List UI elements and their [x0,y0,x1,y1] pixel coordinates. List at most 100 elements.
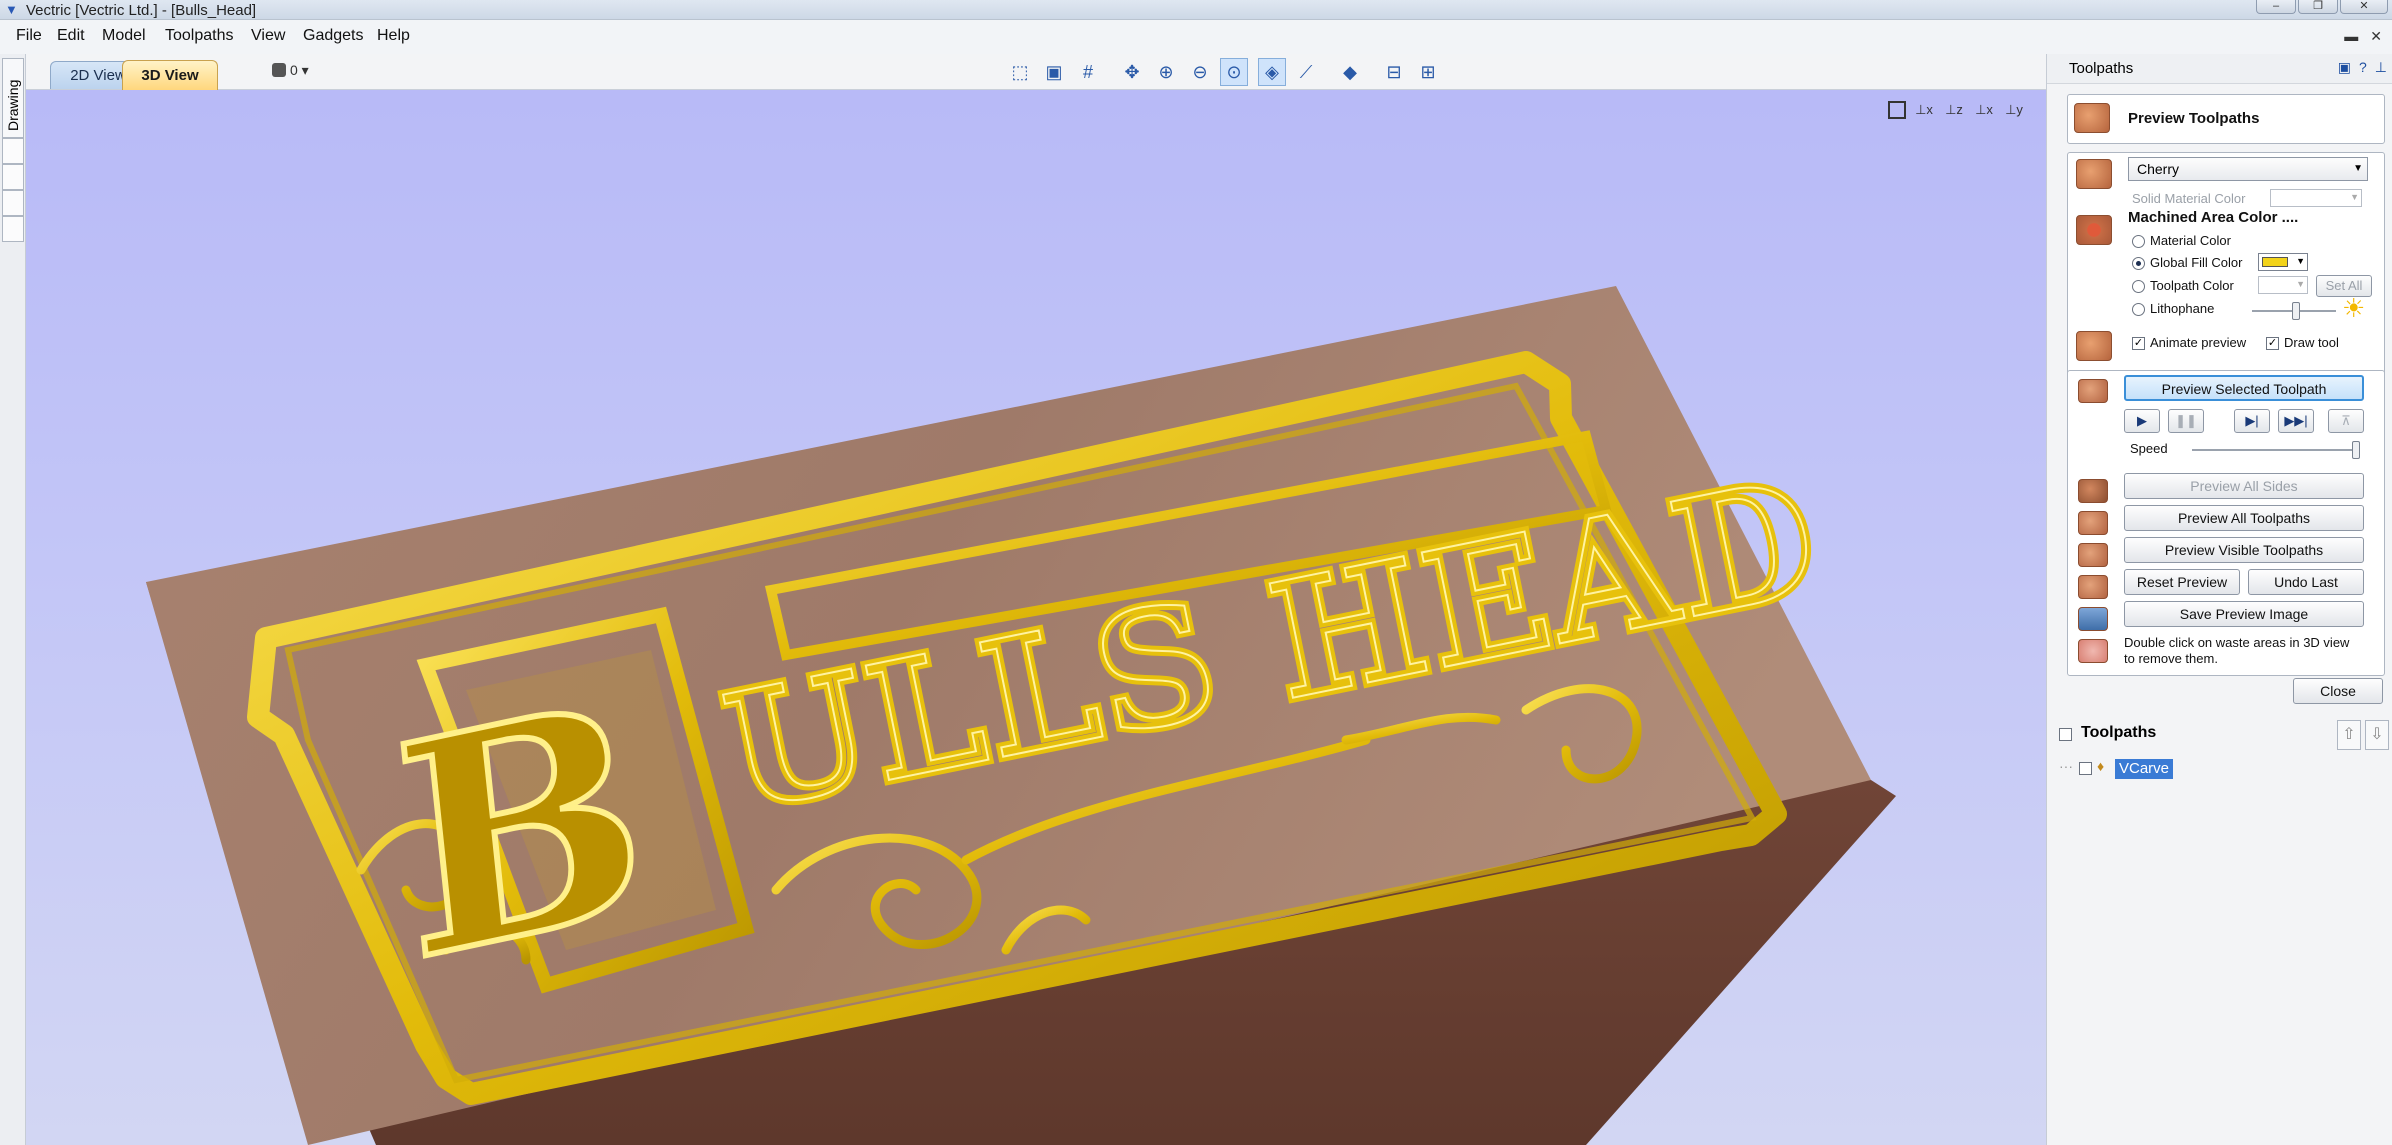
fit-view-icon[interactable] [1888,101,1906,119]
save-preview-image-button[interactable]: Save Preview Image [2124,601,2364,627]
grid-icon[interactable]: # [1074,58,1102,86]
radio-material-color[interactable] [2132,235,2145,248]
view-x-icon[interactable]: ⊥x [1972,98,1996,122]
preview-controls-section: Preview Selected Toolpath ▶ ❚❚ ▶| ▶▶| ⊼ … [2067,370,2385,676]
preview-visible-toolpaths-button[interactable]: Preview Visible Toolpaths [2124,537,2364,563]
view-y-icon[interactable]: ⊥y [2002,98,2026,122]
view-z-icon[interactable]: ⊥z [1942,98,1966,122]
toolpath-layers-icon[interactable]: ⟋ [1292,58,1320,86]
menu-toolpaths[interactable]: Toolpaths [165,27,234,45]
move-down-icon[interactable]: ⇩ [2365,720,2389,750]
menu-edit[interactable]: Edit [57,27,85,45]
preview-toolpaths-icon [2074,103,2110,133]
zoom-selected-icon[interactable]: ⊙ [1220,58,1248,86]
drawing-tab[interactable]: Drawing [2,58,24,138]
radio-global-fill-color[interactable] [2132,257,2145,270]
3d-viewport[interactable]: B ULLS HEAD ULLS HEAD ⊥x ⊥z ⊥x ⊥y [26,90,2046,1145]
draw-tool-checkbox[interactable]: ✓ [2266,337,2279,350]
window-title: Vectric [Vectric Ltd.] - [Bulls_Head] [26,2,257,19]
toolpath-color-picker[interactable]: ▼ [2258,276,2308,294]
draw-tool-label: Draw tool [2284,335,2339,350]
global-fill-color-fill [2262,257,2288,267]
split-vertical-icon[interactable]: ⊞ [1414,58,1442,86]
animate-preview-label: Animate preview [2150,335,2247,350]
animate-preview-checkbox[interactable]: ✓ [2132,337,2145,350]
zoom-box-icon[interactable]: ⬚ [1006,58,1034,86]
preview-title: Preview Toolpaths [2128,110,2260,127]
toolpaths-master-checkbox[interactable] [2059,728,2072,741]
step-forward-icon[interactable]: ▶| [2234,409,2270,433]
strip-slot-4[interactable] [2,216,24,242]
material-dropdown[interactable]: Cherry ▼ [2128,157,2368,181]
panel-header: Toolpaths ▣ ? ⊥ [2047,54,2392,84]
split-horizontal-icon[interactable]: ⊟ [1380,58,1408,86]
panel-autohide-icon[interactable]: ⊥ [2375,59,2387,76]
preview-all-toolpaths-button[interactable]: Preview All Toolpaths [2124,505,2364,531]
menu-gadgets[interactable]: Gadgets [303,27,363,45]
light-icon[interactable]: ☀ [2342,293,2365,324]
menu-model[interactable]: Model [102,27,146,45]
radio-lithophane-label: Lithophane [2150,301,2215,316]
toolpath-item-checkbox[interactable] [2079,762,2092,775]
zoom-in-icon[interactable]: ⊕ [1152,58,1180,86]
pause-icon[interactable]: ❚❚ [2168,409,2204,433]
reset-preview-button[interactable]: Reset Preview [2124,569,2240,595]
toolpath-item-vcarve[interactable]: VCarve [2115,759,2174,779]
restore-window-icon[interactable]: ❐ [2298,0,2338,14]
radio-toolpath-color[interactable] [2132,280,2145,293]
zoom-extents-icon[interactable]: ▣ [1040,58,1068,86]
global-fill-color-picker[interactable]: ▼ [2258,253,2308,271]
undo-last-button[interactable]: Undo Last [2248,569,2364,595]
strip-slot-2[interactable] [2,164,24,190]
playback-controls: ▶ ❚❚ ▶| ▶▶| ⊼ [2124,409,2364,433]
speed-slider[interactable] [2192,441,2360,459]
view-iso-icon[interactable]: ⊥x [1912,98,1936,122]
panel-help-icon[interactable]: ? [2359,59,2367,76]
menu-help[interactable]: Help [377,27,410,45]
radio-toolpath-color-label: Toolpath Color [2150,278,2234,293]
pan-icon[interactable]: ✥ [1118,58,1146,86]
zoom-out-icon[interactable]: ⊖ [1186,58,1214,86]
view-toolbar: 2D View 3D View 0 ▾ ⬚ ▣ # ✥ ⊕ ⊖ ⊙ ◈ ⟋ ◆ … [26,54,2046,90]
3d-model-render[interactable]: B ULLS HEAD ULLS HEAD [26,90,2046,1145]
close-button[interactable]: Close [2293,678,2383,704]
play-icon[interactable]: ▶ [2124,409,2160,433]
viewport-orientation-icons: ⊥x ⊥z ⊥x ⊥y [1888,98,2026,122]
reset-preview-icon [2078,575,2108,599]
sign-initial-letter: B [384,635,660,1027]
solid-material-label: Solid Material Color [2132,191,2246,206]
shaded-model-icon[interactable]: ◆ [1336,58,1364,86]
lithophane-slider[interactable] [2252,302,2336,320]
radio-material-color-label: Material Color [2150,233,2231,248]
minimize-window-icon[interactable]: – [2256,0,2296,14]
radio-lithophane[interactable] [2132,303,2145,316]
preview-title-box: Preview Toolpaths [2067,94,2385,144]
skip-to-end-icon[interactable]: ▶▶| [2278,409,2314,433]
strip-slot-1[interactable] [2,138,24,164]
speed-slider-thumb[interactable] [2352,441,2360,459]
menu-file[interactable]: File [16,27,42,45]
hint-line-2: to remove them. [2124,651,2218,666]
material-selected: Cherry [2137,161,2180,177]
material-block-icon [2076,159,2112,189]
app-icon: ▼ [5,2,18,17]
mdi-controls: ▬ ✕ [2344,28,2382,45]
skip-to-top-icon[interactable]: ⊼ [2328,409,2364,433]
preview-all-sides-button[interactable]: Preview All Sides [2124,473,2364,499]
menu-view[interactable]: View [251,27,285,45]
preview-selected-toolpath-button[interactable]: Preview Selected Toolpath [2124,375,2364,401]
tab-3d-view[interactable]: 3D View [122,60,218,90]
toolpath-list: Toolpaths ⇧ ⇩ ··· ♦ VCarve [2047,714,2392,1145]
layer-selector[interactable]: 0 ▾ [272,62,309,79]
move-up-icon[interactable]: ⇧ [2337,720,2361,750]
layer-value: 0 [290,62,298,78]
close-window-icon[interactable]: ✕ [2340,0,2388,14]
mdi-minimize-icon[interactable]: ▬ [2344,28,2358,45]
mdi-close-icon[interactable]: ✕ [2370,28,2382,45]
preview-selected-icon [2078,379,2108,403]
machined-area-heading: Machined Area Color .... [2128,209,2299,226]
show-toolpaths-icon[interactable]: ◈ [1258,58,1286,86]
strip-slot-3[interactable] [2,190,24,216]
panel-pin-icon[interactable]: ▣ [2338,59,2351,76]
preview-all-sides-icon [2078,479,2108,503]
